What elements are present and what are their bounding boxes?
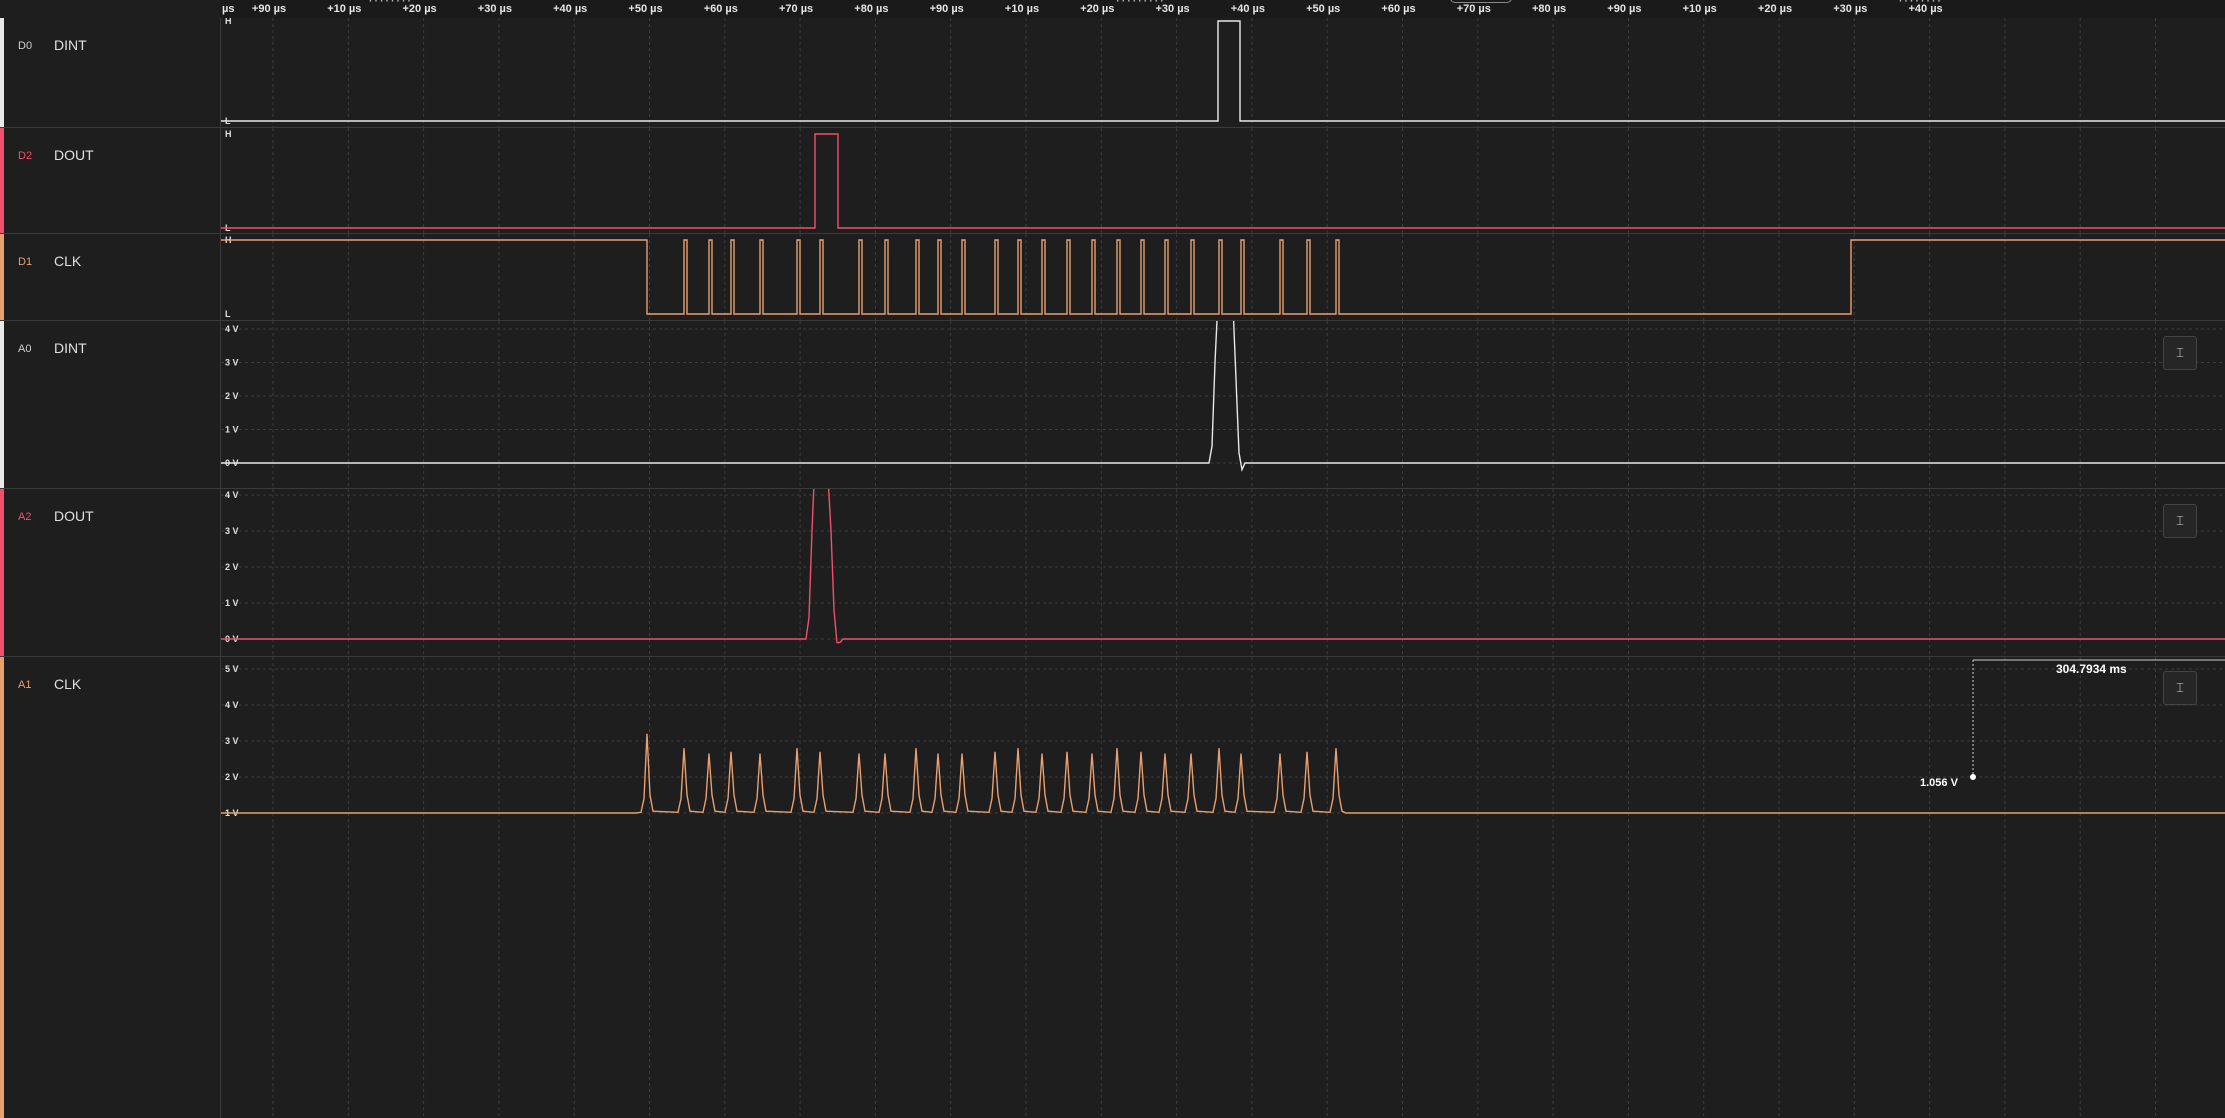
voltage-axis-label: 2 V bbox=[225, 562, 239, 572]
ruler-tick-label: +10 µs bbox=[327, 3, 362, 15]
digital-waveform-plot[interactable]: HL bbox=[221, 234, 2225, 320]
ruler-tick-label: +40 µs bbox=[1230, 3, 1265, 15]
measurement-duration: 304.7934 ms bbox=[2056, 662, 2127, 676]
ruler-tick-label: +20 µs bbox=[1757, 3, 1793, 15]
voltage-axis-label: 2 V bbox=[225, 391, 239, 401]
ruler-tick-label: +10 µs bbox=[1004, 3, 1040, 15]
voltage-axis-label: 4 V bbox=[225, 700, 239, 710]
ruler-tick-label: +10 µs bbox=[1682, 3, 1717, 15]
ruler-tick-label: +90 µs bbox=[1607, 3, 1642, 15]
channel-row-d0[interactable]: D0 DINT HL bbox=[0, 18, 2225, 128]
channel-row-a1[interactable]: A1 CLK 5 V4 V3 V2 V1 V ⌶ 304.7934 ms 1.0… bbox=[0, 657, 2225, 1118]
channel-label-panel[interactable]: A2 DOUT bbox=[0, 489, 221, 656]
channel-label-panel[interactable]: A1 CLK bbox=[0, 657, 221, 1118]
analog-waveform-plot[interactable]: 5 V4 V3 V2 V1 V0 V bbox=[221, 489, 2225, 656]
digital-waveform-plot[interactable]: HL bbox=[221, 18, 2225, 127]
channel-row-a0[interactable]: A0 DINT 5 V4 V3 V2 V1 V0 V-1 V ⌶ bbox=[0, 321, 2225, 489]
voltage-axis-label: 4 V bbox=[225, 324, 239, 334]
measurement-value: 1.056 V bbox=[1920, 777, 1958, 789]
autoscale-icon: ⌶ bbox=[2176, 680, 2184, 695]
channel-color-bar bbox=[0, 321, 4, 488]
channel-label-panel[interactable]: A0 DINT bbox=[0, 321, 221, 488]
channel-id: A2 bbox=[18, 511, 32, 523]
channel-label-panel[interactable]: D0 DINT bbox=[0, 18, 221, 127]
ruler-tick-label: +20 µs bbox=[1080, 3, 1115, 15]
autoscale-icon: ⌶ bbox=[2176, 513, 2184, 528]
low-level-label: L bbox=[225, 309, 231, 319]
ruler-tick-label: +40 µs bbox=[1908, 3, 1943, 15]
voltage-axis-label: 2 V bbox=[225, 772, 239, 782]
digital-trace bbox=[221, 20, 2225, 122]
ruler-tick-label: +80 µs bbox=[854, 3, 889, 15]
ruler-tick-label: +60 µs bbox=[703, 3, 738, 15]
channel-row-d2[interactable]: D2 DOUT HL bbox=[0, 128, 2225, 234]
channel-name: CLK bbox=[54, 253, 82, 269]
ruler-tick-label: +30 µs bbox=[1833, 3, 1868, 15]
channel-id: D1 bbox=[18, 256, 33, 268]
ruler-tick-label: +60 µs bbox=[1381, 3, 1416, 15]
channel-row-d1[interactable]: D1 CLK HL bbox=[0, 234, 2225, 321]
ruler-tick-label: +50 µs bbox=[1306, 3, 1341, 15]
ruler-tick-label: +40 µs bbox=[553, 3, 588, 15]
channel-name: DINT bbox=[54, 37, 87, 53]
voltage-axis-label: 5 V bbox=[225, 664, 239, 674]
channel-color-bar bbox=[0, 128, 4, 233]
ruler-tick-label: +50 µs bbox=[628, 3, 663, 15]
channel-color-bar bbox=[0, 657, 4, 1118]
measurement-point bbox=[1970, 774, 1976, 780]
voltage-axis-label: 3 V bbox=[225, 736, 239, 746]
autoscale-button[interactable]: ⌶ bbox=[2163, 336, 2197, 370]
channel-color-bar bbox=[0, 18, 4, 127]
analog-trace bbox=[221, 489, 2225, 644]
ruler-tick-label: +30 µs bbox=[477, 3, 512, 15]
channel-id: A0 bbox=[18, 343, 32, 355]
channel-color-bar bbox=[0, 234, 4, 320]
voltage-axis-label: 1 V bbox=[225, 598, 239, 608]
analog-waveform-plot[interactable]: 5 V4 V3 V2 V1 V bbox=[221, 657, 2225, 1118]
ruler-tick-label: +80 µs bbox=[1532, 3, 1567, 15]
channel-row-a2[interactable]: A2 DOUT 5 V4 V3 V2 V1 V0 V ⌶ bbox=[0, 489, 2225, 657]
analog-trace bbox=[221, 733, 2225, 814]
autoscale-button[interactable]: ⌶ bbox=[2163, 504, 2197, 538]
ruler-tick-label: +20 µs bbox=[402, 3, 437, 15]
channel-name: CLK bbox=[54, 676, 82, 692]
high-level-label: H bbox=[225, 18, 232, 26]
channel-id: D2 bbox=[18, 150, 33, 162]
analog-trace bbox=[221, 321, 2225, 473]
high-level-label: H bbox=[225, 129, 232, 139]
channel-id: A1 bbox=[18, 679, 32, 691]
analog-waveform-plot[interactable]: 5 V4 V3 V2 V1 V0 V-1 V bbox=[221, 321, 2225, 488]
voltage-axis-label: 3 V bbox=[225, 526, 239, 536]
channel-name: DINT bbox=[54, 340, 87, 356]
voltage-axis-label: 3 V bbox=[225, 358, 239, 368]
channel-id: D0 bbox=[18, 40, 33, 52]
digital-trace bbox=[221, 239, 2225, 315]
autoscale-button[interactable]: ⌶ bbox=[2163, 671, 2197, 705]
autoscale-icon: ⌶ bbox=[2176, 345, 2184, 360]
channel-label-panel[interactable]: D1 CLK bbox=[0, 234, 221, 320]
channel-color-bar bbox=[0, 489, 4, 656]
channel-name: DOUT bbox=[54, 508, 94, 524]
channel-label-panel[interactable]: D2 DOUT bbox=[0, 128, 221, 233]
ruler-tick-label: +30 µs bbox=[1155, 3, 1190, 15]
ruler-edge-label: µs bbox=[222, 3, 235, 15]
digital-trace bbox=[221, 133, 2225, 229]
time-ruler[interactable]: µs · · · · · · · · · · · · · · · · · · ·… bbox=[220, 0, 2225, 18]
ruler-tick-label: +90 µs bbox=[929, 3, 964, 15]
ruler-tick-label: +90 µs bbox=[251, 3, 287, 15]
voltage-axis-label: 4 V bbox=[225, 490, 239, 500]
ruler-tick-label: +70 µs bbox=[1456, 3, 1491, 15]
ruler-tick-label: +70 µs bbox=[779, 3, 814, 15]
digital-waveform-plot[interactable]: HL bbox=[221, 128, 2225, 233]
channel-name: DOUT bbox=[54, 147, 94, 163]
voltage-axis-label: 1 V bbox=[225, 425, 239, 435]
